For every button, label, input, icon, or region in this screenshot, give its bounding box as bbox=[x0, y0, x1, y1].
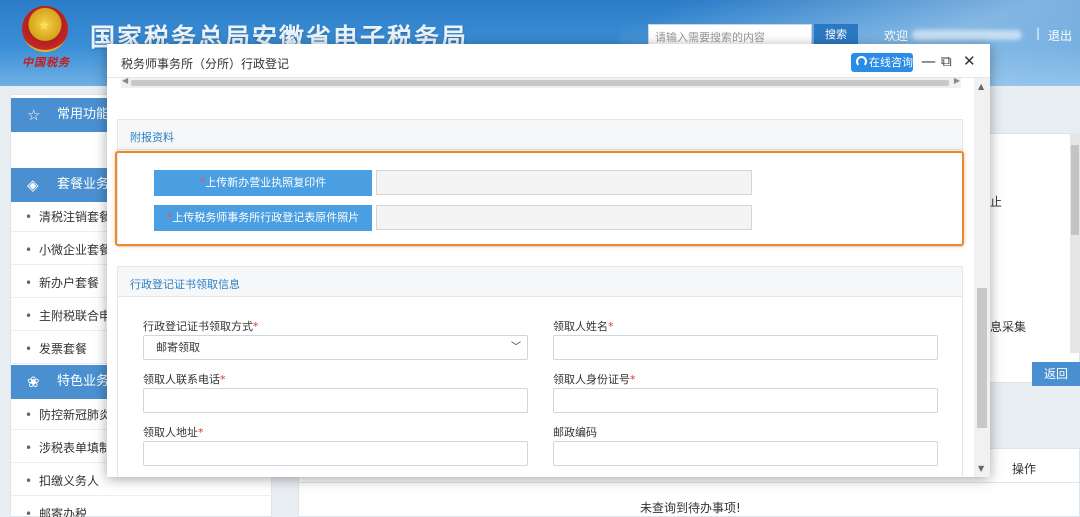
sidebar-item[interactable]: 邮寄办税 bbox=[11, 499, 273, 517]
restore-icon[interactable]: ⧉ bbox=[941, 52, 952, 70]
headset-icon bbox=[856, 56, 867, 67]
recipient-address-label-text: 领取人地址 bbox=[143, 426, 198, 439]
emblem-text: 中国税务 bbox=[22, 56, 70, 69]
sidebar-section-label: 套餐业务 bbox=[57, 177, 110, 192]
modal-title: 税务师事务所（分所）行政登记 bbox=[121, 57, 290, 71]
registration-modal: 税务师事务所（分所）行政登记 在线咨询 — ⧉ ✕ ◀ ▶ ▲ ▼ 附报资料 *… bbox=[107, 44, 990, 477]
required-mark: * bbox=[220, 373, 226, 386]
recipient-address-label: 领取人地址* bbox=[143, 424, 204, 440]
recipient-phone-label-text: 领取人联系电话 bbox=[143, 373, 220, 386]
welcome-text: 欢迎 bbox=[884, 29, 909, 43]
attachments-section-title: 附报资料 bbox=[130, 131, 174, 144]
sidebar-section-label: 特色业务 bbox=[57, 374, 110, 389]
vertical-scrollbar[interactable]: ▲ ▼ bbox=[974, 78, 990, 477]
main-scrollbar[interactable] bbox=[1070, 133, 1080, 353]
minimize-icon[interactable]: — bbox=[921, 52, 936, 70]
certificate-section-header: 行政登记证书领取信息 bbox=[118, 267, 962, 297]
recipient-id-label-text: 领取人身份证号 bbox=[553, 373, 630, 386]
required-mark: * bbox=[630, 373, 636, 386]
empty-todo-message: 未查询到待办事项! bbox=[640, 501, 741, 515]
background-text: 息采集 bbox=[990, 320, 1027, 334]
chevron-down-icon: ﹀ bbox=[511, 342, 521, 353]
recipient-name-label-text: 领取人姓名 bbox=[553, 320, 608, 333]
attachments-highlight-box bbox=[115, 151, 964, 246]
recipient-name-label: 领取人姓名* bbox=[553, 318, 614, 334]
certificate-section-title: 行政登记证书领取信息 bbox=[130, 278, 240, 291]
attachments-section-header: 附报资料 bbox=[118, 120, 962, 150]
online-consult-button[interactable]: 在线咨询 bbox=[851, 53, 913, 72]
pickup-method-label-text: 行政登记证书领取方式 bbox=[143, 320, 253, 333]
required-mark: * bbox=[198, 426, 204, 439]
recipient-phone-label: 领取人联系电话* bbox=[143, 371, 226, 387]
layers-icon: ◈ bbox=[27, 176, 39, 194]
background-text: 止 bbox=[990, 195, 1003, 209]
vertical-scrollbar-thumb[interactable] bbox=[977, 288, 987, 428]
online-consult-label: 在线咨询 bbox=[869, 56, 913, 69]
horizontal-scrollbar-thumb[interactable] bbox=[131, 80, 949, 86]
flower-icon: ❀ bbox=[27, 373, 40, 391]
pickup-method-select[interactable]: 邮寄领取 ﹀ bbox=[143, 335, 528, 360]
header-separator: | bbox=[1036, 26, 1041, 40]
postcode-label-text: 邮政编码 bbox=[553, 426, 597, 439]
postcode-label: 邮政编码 bbox=[553, 424, 597, 440]
search-input[interactable]: 请输入需要搜索的内容 bbox=[648, 24, 812, 46]
close-icon[interactable]: ✕ bbox=[963, 52, 976, 70]
required-mark: * bbox=[253, 320, 259, 333]
logout-link[interactable]: 退出 bbox=[1048, 27, 1072, 44]
back-button[interactable]: 返回 bbox=[1032, 362, 1080, 386]
search-button[interactable]: 搜索 bbox=[814, 24, 858, 46]
scroll-down-icon[interactable]: ▼ bbox=[978, 464, 984, 473]
recipient-address-input[interactable] bbox=[143, 441, 528, 466]
main-scrollbar-thumb[interactable] bbox=[1071, 145, 1079, 235]
scroll-left-icon[interactable]: ◀ bbox=[122, 76, 128, 85]
postcode-input[interactable] bbox=[553, 441, 938, 466]
modal-title-bar: 税务师事务所（分所）行政登记 在线咨询 — ⧉ ✕ bbox=[107, 44, 990, 78]
recipient-phone-input[interactable] bbox=[143, 388, 528, 413]
recipient-id-input[interactable] bbox=[553, 388, 938, 413]
pickup-method-value: 邮寄领取 bbox=[156, 341, 200, 354]
recipient-name-input[interactable] bbox=[553, 335, 938, 360]
horizontal-scrollbar[interactable]: ◀ ▶ bbox=[121, 76, 961, 88]
scroll-right-icon[interactable]: ▶ bbox=[954, 76, 960, 85]
recipient-id-label: 领取人身份证号* bbox=[553, 371, 636, 387]
operation-column-header: 操作 bbox=[1012, 462, 1037, 476]
sidebar-section-label: 常用功能 bbox=[57, 107, 110, 122]
emblem-star-icon: ★ bbox=[38, 18, 51, 34]
required-mark: * bbox=[608, 320, 614, 333]
certificate-pickup-section: 行政登记证书领取信息 行政登记证书领取方式* 邮寄领取 ﹀ 领取人姓名* 领取人… bbox=[117, 266, 963, 477]
star-icon: ☆ bbox=[27, 106, 41, 124]
pickup-method-label: 行政登记证书领取方式* bbox=[143, 318, 259, 334]
blurred-username bbox=[912, 30, 1022, 40]
todo-divider bbox=[298, 482, 1080, 483]
scroll-up-icon[interactable]: ▲ bbox=[978, 82, 984, 91]
